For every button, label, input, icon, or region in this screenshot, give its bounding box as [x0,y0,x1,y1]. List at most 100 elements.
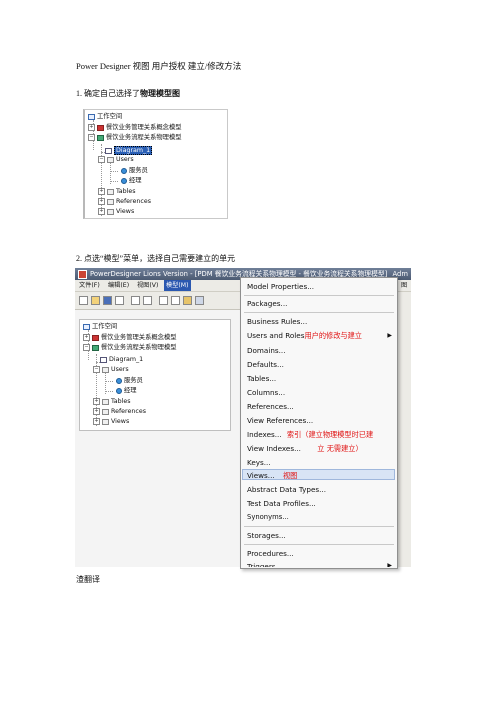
user-icon [116,377,122,384]
menu-item-users-and-roles[interactable]: Users and Roles用户的修改与建立 [247,331,362,341]
save-all-icon[interactable] [115,296,124,305]
tree-references[interactable]: + References [93,408,146,415]
user-icon [121,177,127,184]
menu-item-defaults[interactable]: Defaults... [247,360,284,369]
expand-icon[interactable]: + [98,208,105,215]
annotation-indexes-2: 立 无需建立） [317,444,363,453]
print-icon[interactable] [143,296,152,305]
window-edge [397,292,411,567]
menu-item-model-properties[interactable]: Model Properties... [247,282,314,291]
menu-item-indexes[interactable]: Indexes... 索引（建立物理模型时已建 [247,430,373,440]
cut-icon[interactable] [159,296,168,305]
copy-icon[interactable] [171,296,180,305]
menu-item-abstract-data-types[interactable]: Abstract Data Types... [247,485,326,494]
menu-item-columns[interactable]: Columns... [247,388,285,397]
menu-item-storages[interactable]: Storages... [247,531,286,540]
menu-item-views[interactable]: Views... 视图 [247,471,297,481]
new-icon[interactable] [79,296,88,305]
expand-icon[interactable]: + [98,188,105,195]
submenu-arrow-icon: ▶ [387,332,392,339]
step-1-prefix: 1. 确定自己选择了 [76,89,140,98]
collapse-icon[interactable]: − [88,134,95,141]
tree-diagram[interactable]: Diagram_1 [100,356,143,363]
tree-pdm[interactable]: − 餐饮业务流程关系物理模型 [83,344,177,351]
expand-icon[interactable]: + [93,398,100,405]
cdm-icon [92,334,99,341]
menu-right[interactable]: 图 [401,280,407,291]
expand-icon[interactable]: + [98,198,105,205]
tree-tables[interactable]: + Tables [98,188,136,195]
diagram-icon [100,356,107,363]
tree-diagram[interactable]: Diagram_1 [105,146,153,155]
annotation-users: 用户的修改与建立 [304,331,362,340]
step-2-text: 2. 点选“模型”菜单，选择自己需要建立的单元 [76,254,236,263]
folder-icon [102,366,109,373]
print-preview-icon[interactable] [131,296,140,305]
menu-file[interactable]: 文件(F) [79,280,100,291]
menu-item-business-rules[interactable]: Business Rules... [247,317,307,326]
collapse-icon[interactable]: − [98,156,105,163]
submenu-arrow-icon: ▶ [387,562,392,567]
document-title: Power Designer 视图 用户授权 建立/修改方法 [76,61,242,71]
step-1-text: 1. 确定自己选择了物理模型图 [76,88,180,99]
open-icon[interactable] [91,296,100,305]
pdm-icon [92,344,99,351]
expand-icon[interactable]: + [93,408,100,415]
menu-item-keys[interactable]: Keys... [247,458,271,467]
model-dropdown-menu: Model Properties... Packages... Business… [240,277,398,569]
pdm-icon [97,134,104,141]
menu-item-packages[interactable]: Packages... [247,299,287,308]
tree-workspace[interactable]: 工作空间 [83,323,117,330]
collapse-icon[interactable]: − [83,344,90,351]
menu-edit[interactable]: 编辑(E) [108,280,129,291]
folder-icon [107,188,114,195]
expand-icon[interactable]: + [93,418,100,425]
diagram-icon [105,147,112,154]
workspace-icon [83,323,90,330]
menu-item-test-data-profiles[interactable]: Test Data Profiles... [247,499,316,508]
properties-icon[interactable] [195,296,204,305]
menu-item-view-indexes[interactable]: View Indexes... 立 无需建立） [247,444,363,454]
menu-item-procedures[interactable]: Procedures... [247,549,294,558]
collapse-icon[interactable]: − [93,366,100,373]
cdm-icon [97,124,104,131]
tree-cdm[interactable]: + 餐饮业务管理关系概念模型 [83,334,177,341]
save-icon[interactable] [103,296,112,305]
menu-view[interactable]: 视图(V) [137,280,158,291]
menu-item-synonyms[interactable]: Synonyms... [247,513,289,521]
tree-user-manager[interactable]: 经理 [116,387,137,394]
model-tree-screenshot: 工作空间 + 餐饮业务管理关系概念模型 − 餐饮业务流程关系物理模型 Diagr… [83,109,228,219]
tree-pdm[interactable]: − 餐饮业务流程关系物理模型 [88,134,182,141]
menu-item-triggers[interactable]: Triggers [247,562,276,567]
tree-references[interactable]: + References [98,198,151,205]
tree-views[interactable]: + Views [98,208,134,215]
tree-user-waiter[interactable]: 服务员 [121,167,148,174]
folder-icon [102,408,109,415]
paste-icon[interactable] [183,296,192,305]
tree-tables[interactable]: + Tables [93,398,131,405]
tree-user-waiter[interactable]: 服务员 [116,377,143,384]
folder-icon [102,418,109,425]
user-icon [121,167,127,174]
annotation-views: 视图 [282,471,298,480]
menu-model[interactable]: 模型(M) [164,280,191,291]
tree-users[interactable]: − Users [93,366,129,373]
tree-user-manager[interactable]: 经理 [121,177,142,184]
user-icon [116,387,122,394]
menu-item-tables[interactable]: Tables... [247,374,276,383]
menu-item-view-references[interactable]: View References... [247,416,313,425]
folder-icon [102,398,109,405]
footer-text: 渣翻译 [76,575,100,584]
menu-item-references[interactable]: References... [247,402,294,411]
collapse-icon[interactable]: + [83,334,90,341]
tree-workspace[interactable]: 工作空间 [88,113,122,120]
tree-cdm[interactable]: + 餐饮业务管理关系概念模型 [88,124,182,131]
menu-item-domains[interactable]: Domains... [247,346,286,355]
annotation-indexes-1: 索引（建立物理模型时已建 [286,430,374,439]
folder-icon [107,208,114,215]
tree-users[interactable]: − Users [98,156,134,163]
workspace-icon [88,113,95,120]
collapse-icon[interactable]: + [88,124,95,131]
folder-icon [107,198,114,205]
tree-views[interactable]: + Views [93,418,129,425]
